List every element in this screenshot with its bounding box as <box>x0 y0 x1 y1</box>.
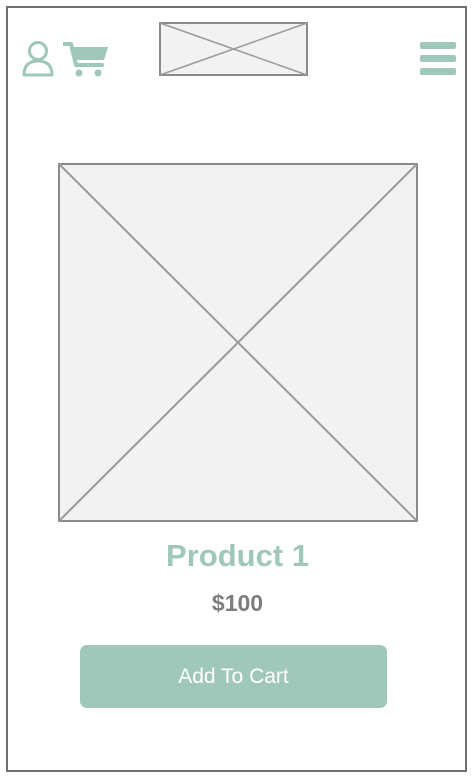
add-to-cart-button[interactable]: Add To Cart <box>80 645 387 708</box>
logo-image-placeholder <box>159 22 308 76</box>
hamburger-menu-icon[interactable] <box>419 40 457 78</box>
product-name: Product 1 <box>166 538 309 573</box>
product-image-placeholder <box>58 163 418 522</box>
product-price: $100 <box>211 590 264 616</box>
cart-icon[interactable] <box>61 41 109 78</box>
user-icon[interactable] <box>20 40 56 78</box>
